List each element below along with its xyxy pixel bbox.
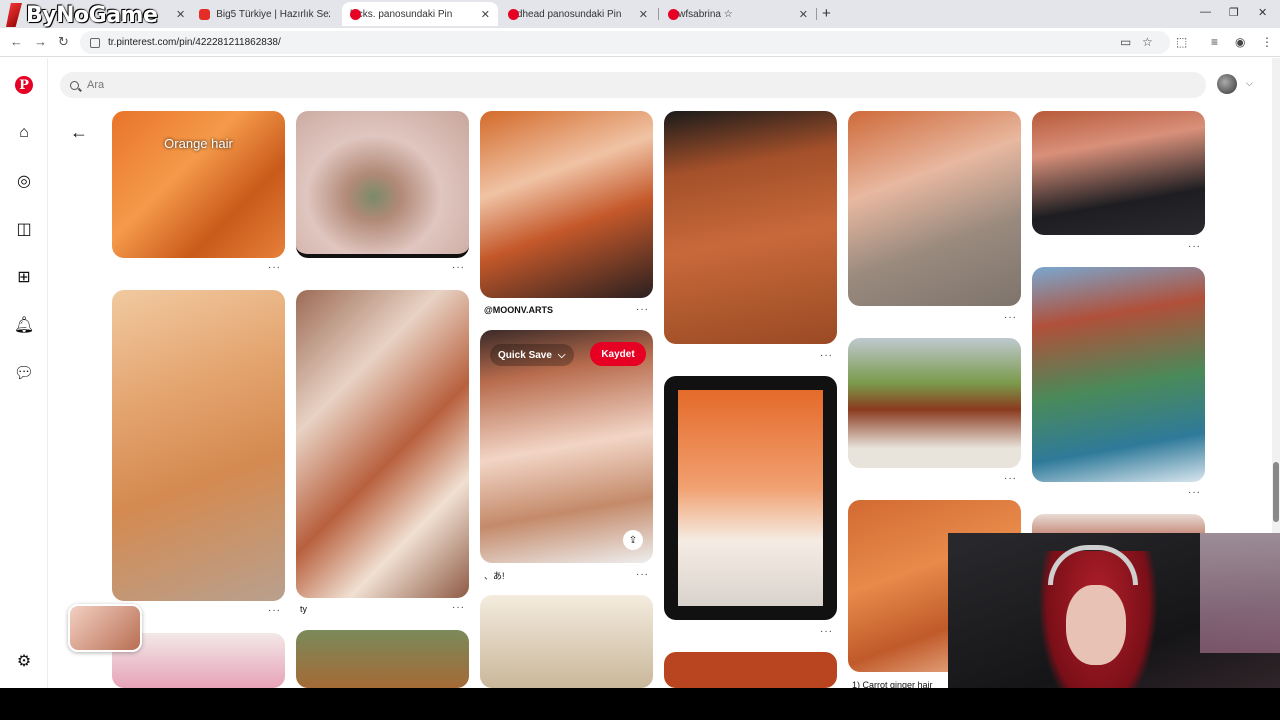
pin-eyebrow[interactable] [296, 111, 469, 258]
close-icon[interactable]: ✕ [639, 8, 648, 21]
address-bar-row: ← → ↻ tr.pinterest.com/pin/4222812118628… [0, 28, 1280, 57]
settings-icon[interactable]: ⚙ [14, 651, 34, 671]
brand-mark-icon [6, 3, 22, 27]
media-icon[interactable]: ≡ [1211, 35, 1218, 49]
url-text: tr.pinterest.com/pin/422281211862838/ [108, 37, 281, 48]
pin-frame-inner [678, 390, 823, 606]
more-icon[interactable]: ··· [452, 262, 465, 273]
messages-icon[interactable]: 💬︎ [14, 363, 34, 383]
pin-black-hoodie[interactable] [1032, 111, 1205, 235]
scroll-thumb[interactable] [1273, 462, 1279, 522]
tab-label: locks. panosundaki Pin [350, 8, 453, 20]
menu-icon[interactable]: ⋮ [1261, 35, 1273, 49]
pin-freckles[interactable] [848, 111, 1021, 306]
bottom-black-bar [0, 688, 1280, 720]
new-tab-icon[interactable]: + [822, 5, 831, 22]
pinterest-logo-icon[interactable]: P [14, 75, 34, 95]
search-input[interactable]: Ara [60, 72, 1206, 98]
stream-overlay-logo: ByNoGame [0, 0, 158, 30]
pin-strawberry-blonde[interactable] [112, 290, 285, 601]
pinterest-icon [508, 8, 519, 20]
minimize-icon[interactable]: — [1200, 6, 1211, 18]
youtube-icon [199, 8, 211, 20]
pin-label: 、あ! [484, 571, 505, 581]
search-icon [70, 80, 79, 90]
url-field[interactable]: tr.pinterest.com/pin/422281211862838/ [80, 31, 1170, 54]
window-close-icon[interactable]: ✕ [1258, 6, 1267, 19]
pin-frame-ombre[interactable] [664, 376, 837, 620]
close-icon[interactable]: ✕ [481, 8, 490, 21]
close-icon[interactable]: ✕ [176, 8, 185, 21]
quick-save-button[interactable]: Quick Save ⌵ [490, 344, 574, 366]
more-icon[interactable]: ··· [1004, 473, 1017, 484]
reload-icon[interactable]: ↻ [58, 34, 69, 50]
pin-orange-hair[interactable]: Orange hair [112, 111, 285, 258]
pin-hair-collage[interactable] [296, 290, 469, 598]
bookmark-star-icon[interactable]: ☆ [1142, 35, 1153, 49]
tab-wfsabrina[interactable]: @wfsabrina ☆ ✕ [660, 2, 816, 26]
boards-icon[interactable]: ◫ [14, 219, 34, 239]
pin-moonv-arts[interactable] [480, 111, 653, 298]
quick-save-label: Quick Save [498, 349, 552, 361]
tab-label: @wfsabrina ☆ [668, 8, 733, 20]
pinterest-icon [668, 8, 679, 20]
cast-icon[interactable]: ▭ [1120, 35, 1131, 49]
more-icon[interactable]: ··· [1004, 312, 1017, 323]
more-icon[interactable]: ··· [820, 350, 833, 361]
chevron-down-icon[interactable]: ⌵ [1246, 78, 1253, 89]
home-icon[interactable]: ⌂ [14, 123, 34, 143]
pinterest-icon [350, 8, 361, 20]
extensions-icon[interactable]: ⬚ [1176, 35, 1187, 49]
floating-profile-thumbnail[interactable] [68, 604, 142, 652]
tab-big5[interactable]: ✕ Big5 Türkiye | Hazırlık Sezonu 4 [168, 2, 338, 26]
restore-icon[interactable]: ❐ [1229, 6, 1239, 19]
share-icon[interactable]: ⇪ [623, 530, 643, 550]
more-icon[interactable]: ··· [636, 304, 649, 315]
pin-label: ty [300, 604, 308, 614]
pin-green-dress-sea[interactable] [1032, 267, 1205, 482]
back-arrow-icon[interactable]: ← [70, 122, 88, 143]
more-icon[interactable]: ··· [1188, 241, 1201, 252]
webcam-background [1200, 533, 1280, 653]
profile-icon[interactable]: ◉ [1235, 35, 1245, 49]
tab-redhead[interactable]: redhead panosundaki Pin ✕ [500, 2, 656, 26]
tab-separator [816, 8, 817, 20]
pin-grass-ponytail[interactable] [848, 338, 1021, 468]
tab-locks[interactable]: locks. panosundaki Pin ✕ [342, 2, 498, 26]
pin-caption: Orange hair [164, 136, 233, 151]
more-icon[interactable]: ··· [268, 605, 281, 616]
pin-author[interactable]: @MOONV.ARTS [484, 305, 553, 315]
search-placeholder: Ara [87, 79, 105, 91]
tab-label: redhead panosundaki Pin [508, 8, 622, 20]
pin-red-hair-bottom[interactable] [664, 652, 837, 688]
create-icon[interactable]: ⊞ [14, 267, 34, 287]
close-icon[interactable]: ✕ [799, 8, 808, 21]
pinterest-sidebar: P ⌂ ◎ ◫ ⊞ 🔔︎ 💬︎ ⚙ [0, 58, 48, 688]
webcam-face [1066, 585, 1126, 665]
pin-long-copper[interactable] [664, 111, 837, 344]
explore-icon[interactable]: ◎ [14, 171, 34, 191]
more-icon[interactable]: ··· [636, 569, 649, 580]
tab-separator [658, 8, 659, 20]
avatar[interactable] [1217, 74, 1237, 94]
chevron-down-icon: ⌵ [557, 349, 566, 361]
site-info-icon[interactable] [90, 37, 100, 48]
back-icon[interactable]: ← [10, 34, 23, 49]
more-icon[interactable]: ··· [268, 262, 281, 273]
more-icon[interactable]: ··· [820, 626, 833, 637]
stream-brand: ByNoGame [26, 2, 158, 28]
more-icon[interactable]: ··· [1188, 487, 1201, 498]
tab-label: Big5 Türkiye | Hazırlık Sezonu 4 [216, 8, 330, 20]
notifications-icon[interactable]: 🔔︎ [14, 315, 34, 335]
save-button[interactable]: Kaydet [590, 342, 646, 366]
pin-room-poster[interactable] [480, 595, 653, 688]
forward-icon[interactable]: → [34, 34, 47, 49]
pin-autumn-trees[interactable] [296, 630, 469, 688]
more-icon[interactable]: ··· [452, 602, 465, 613]
